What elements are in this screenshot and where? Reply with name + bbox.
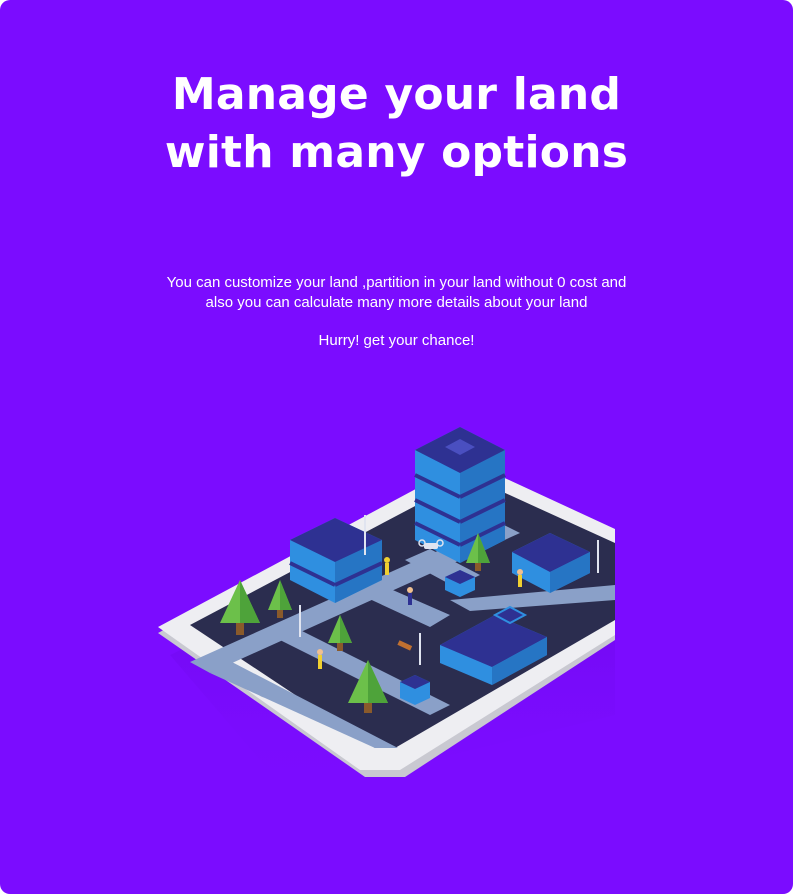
page-title: Manage your land with many options xyxy=(0,66,793,182)
hero-card: Manage your land with many options You c… xyxy=(0,0,793,894)
headline-line-1: Manage your land xyxy=(171,69,622,120)
headline-line-2: with many options xyxy=(164,127,629,178)
hero-description: You can customize your land ,partition i… xyxy=(0,273,793,313)
description-line-1: You can customize your land ,partition i… xyxy=(166,274,627,291)
description-line-2: also you can calculate many more details… xyxy=(205,294,588,311)
tablet-city-illustration xyxy=(158,427,615,795)
cta-text: Hurry! get your chance! xyxy=(318,332,475,349)
tower-building-icon xyxy=(414,427,506,563)
